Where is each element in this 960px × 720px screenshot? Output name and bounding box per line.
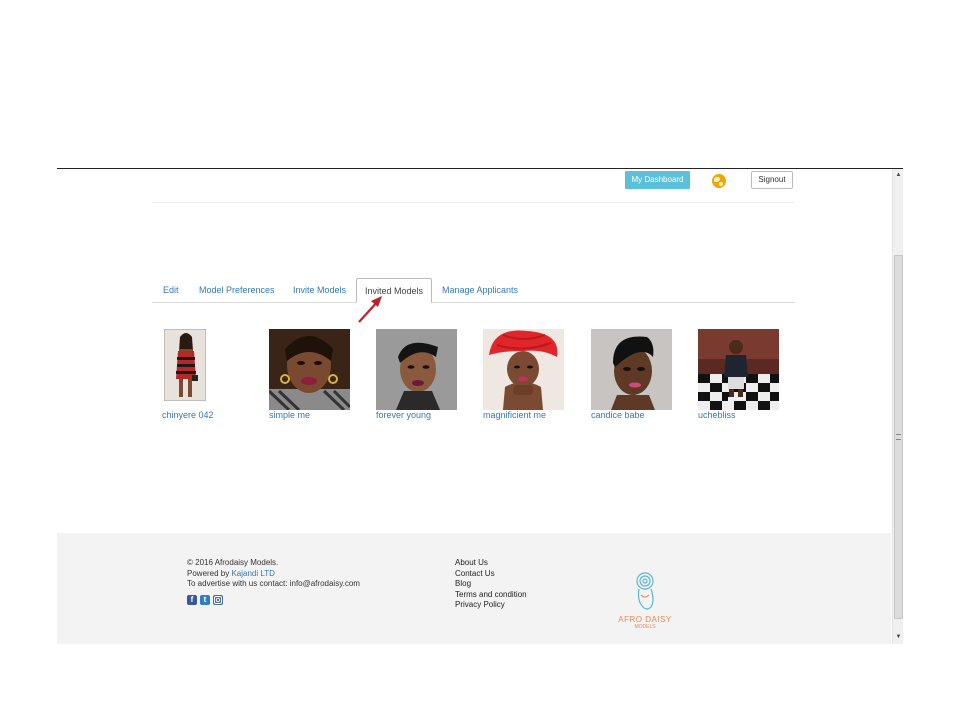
brand-subtitle: MODELS	[634, 624, 656, 630]
model-name-link[interactable]: candice babe	[591, 410, 645, 420]
profile-tabs: Edit Model Preferences Invite Models Inv…	[152, 278, 795, 303]
model-name-link[interactable]: simple me	[269, 410, 310, 420]
model-photo[interactable]	[164, 329, 206, 410]
tab-model-preferences[interactable]: Model Preferences	[199, 285, 275, 295]
scrollbar-thumb[interactable]	[894, 255, 903, 619]
afrodaisy-logo: AFRO DAISY MODELS	[617, 571, 673, 637]
model-photo[interactable]	[269, 329, 350, 410]
scroll-down-icon[interactable]: ▼	[895, 633, 902, 641]
model-photo[interactable]	[698, 329, 779, 410]
header-divider	[152, 202, 795, 203]
model-photo[interactable]	[591, 329, 672, 410]
advertise-text: To advertise with us contact: info@afrod…	[187, 579, 360, 588]
powered-by-prefix: Powered by	[187, 569, 232, 578]
tab-invite-models[interactable]: Invite Models	[293, 285, 346, 295]
scroll-up-icon[interactable]: ▲	[895, 171, 902, 179]
footer-link-terms[interactable]: Terms and condition	[455, 590, 527, 599]
model-name-link[interactable]: chinyere 042	[162, 410, 214, 420]
facebook-icon[interactable]: f	[187, 595, 197, 605]
instagram-icon[interactable]	[213, 595, 223, 605]
footer: © 2016 Afrodaisy Models. Powered by Kaja…	[57, 533, 891, 644]
footer-link-about[interactable]: About Us	[455, 558, 488, 567]
browser-frame: My Dashboard Signout Edit Model Preferen…	[57, 168, 903, 644]
model-name-link[interactable]: forever young	[376, 410, 431, 420]
signout-button[interactable]: Signout	[751, 171, 793, 189]
copyright-text: © 2016 Afrodaisy Models.	[187, 558, 279, 567]
footer-link-contact[interactable]: Contact Us	[455, 569, 495, 578]
model-photo[interactable]	[483, 329, 564, 410]
annotation-arrow-icon	[358, 296, 382, 323]
my-dashboard-button[interactable]: My Dashboard	[625, 171, 690, 189]
footer-link-blog[interactable]: Blog	[455, 579, 471, 588]
powered-by-link[interactable]: Kajandi LTD	[231, 569, 274, 578]
powered-by-text: Powered by Kajandi LTD	[187, 569, 275, 578]
model-photo[interactable]	[376, 329, 457, 410]
page-viewport: My Dashboard Signout Edit Model Preferen…	[57, 169, 891, 644]
vertical-scrollbar[interactable]: ▲ ▼	[892, 169, 903, 644]
model-name-link[interactable]: uchebliss	[698, 410, 736, 420]
footer-link-privacy[interactable]: Privacy Policy	[455, 600, 505, 609]
globe-icon[interactable]	[712, 174, 726, 188]
tab-edit[interactable]: Edit	[163, 285, 179, 295]
brand-name: AFRO DAISY	[618, 615, 672, 624]
twitter-icon[interactable]: t	[200, 595, 210, 605]
model-name-link[interactable]: magnificient me	[483, 410, 546, 420]
tab-manage-applicants[interactable]: Manage Applicants	[442, 285, 518, 295]
